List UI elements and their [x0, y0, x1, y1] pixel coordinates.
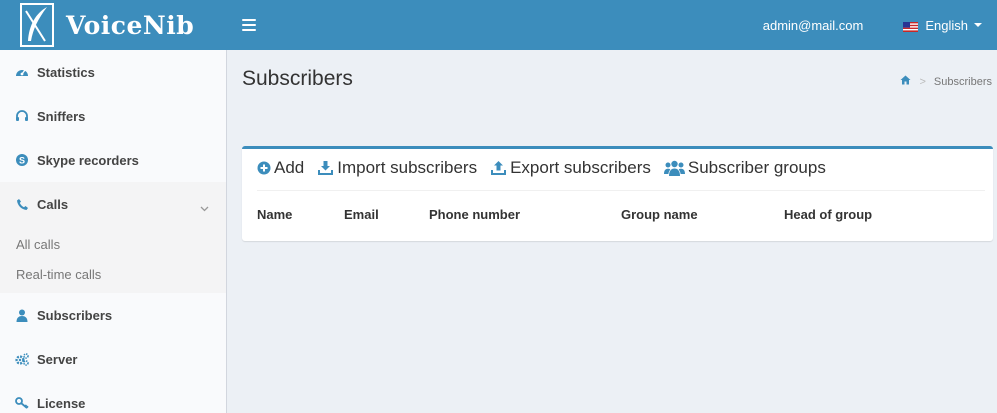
toolbar: Add Import subscribers Export subscriber… [257, 158, 839, 178]
sidebar-item-label: Sniffers [37, 108, 86, 124]
users-icon [663, 160, 685, 176]
top-navbar: VoiceNib admin@mail.com English [0, 0, 997, 50]
column-header-head-of-group[interactable]: Head of group [784, 207, 872, 222]
skype-icon: S [15, 153, 29, 167]
calls-submenu: All calls Real-time calls [0, 226, 226, 293]
export-label: Export subscribers [510, 158, 651, 177]
headphones-icon [15, 109, 29, 123]
sidebar-item-subscribers[interactable]: Subscribers [0, 293, 226, 337]
sidebar-item-statistics[interactable]: Statistics [0, 50, 226, 94]
user-icon [15, 308, 29, 322]
import-subscribers-button[interactable]: Import subscribers [317, 158, 477, 178]
import-label: Import subscribers [337, 158, 478, 177]
sidebar-item-label: Subscribers [37, 307, 113, 323]
brand-name: VoiceNib [66, 10, 195, 40]
groups-label: Subscriber groups [687, 158, 826, 177]
sidebar-item-skype-recorders[interactable]: S Skype recorders [0, 138, 226, 182]
sidebar-item-label: License [37, 395, 86, 411]
submenu-item-real-time-calls[interactable]: Real-time calls [0, 259, 226, 289]
column-header-phone-number[interactable]: Phone number [429, 207, 520, 222]
export-subscribers-button[interactable]: Export subscribers [490, 158, 651, 178]
main-content: Subscribers > Subscribers Add Import sub… [227, 50, 997, 413]
sidebar-item-calls[interactable]: Calls [0, 182, 226, 226]
chevron-down-icon [200, 200, 209, 215]
download-icon [317, 160, 334, 176]
key-icon [15, 396, 29, 410]
add-label: Add [274, 158, 305, 177]
breadcrumb-separator: > [919, 75, 926, 88]
brand[interactable]: VoiceNib [0, 0, 227, 50]
sidebar-item-label: Skype recorders [37, 152, 139, 168]
sidebar-toggle-icon[interactable] [242, 19, 256, 31]
language-label: English [925, 17, 968, 33]
phone-icon [15, 197, 29, 211]
sidebar-item-server[interactable]: Server [0, 337, 226, 381]
toolbar-divider [257, 190, 985, 191]
sidebar-item-label: Server [37, 351, 78, 367]
gears-icon [15, 352, 29, 366]
sidebar-item-label: Statistics [37, 64, 95, 80]
add-button[interactable]: Add [257, 158, 304, 178]
subscriber-groups-button[interactable]: Subscriber groups [663, 158, 826, 178]
sidebar: Statistics Sniffers S Skype recorders Ca… [0, 50, 227, 413]
submenu-item-all-calls[interactable]: All calls [0, 229, 226, 259]
sidebar-item-license[interactable]: License [0, 381, 226, 413]
breadcrumb: > Subscribers [900, 75, 992, 88]
upload-icon [490, 160, 507, 176]
language-dropdown[interactable]: English [903, 18, 982, 33]
column-header-group-name[interactable]: Group name [621, 207, 698, 222]
breadcrumb-current: Subscribers [933, 75, 992, 88]
caret-down-icon [974, 23, 982, 27]
sidebar-item-label: Calls [37, 196, 69, 212]
plus-circle-icon [257, 161, 271, 175]
sidebar-item-sniffers[interactable]: Sniffers [0, 94, 226, 138]
subscribers-box: Add Import subscribers Export subscriber… [242, 146, 993, 241]
column-header-name[interactable]: Name [257, 207, 292, 222]
svg-text:S: S [19, 156, 25, 166]
column-header-email[interactable]: Email [344, 207, 379, 222]
quill-logo-icon [18, 3, 56, 47]
us-flag-icon [903, 20, 919, 32]
home-icon[interactable] [900, 75, 911, 88]
dashboard-icon [15, 65, 29, 79]
user-email[interactable]: admin@mail.com [763, 18, 864, 33]
page-title: Subscribers [242, 67, 353, 90]
